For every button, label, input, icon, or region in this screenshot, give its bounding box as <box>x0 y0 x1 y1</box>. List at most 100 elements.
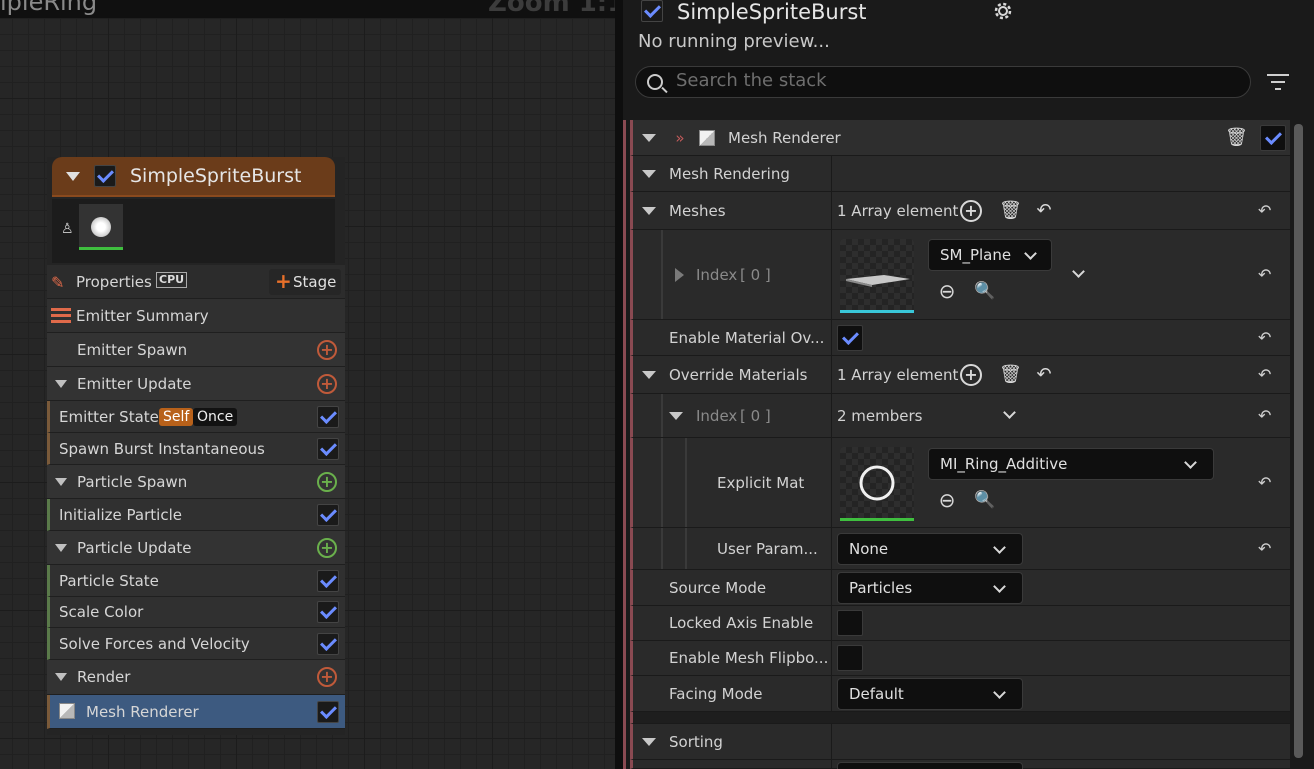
emitter-enable-checkbox[interactable] <box>94 165 116 187</box>
module-mesh-renderer[interactable]: Mesh Renderer <box>47 695 345 729</box>
facing-mode-dropdown[interactable]: Default <box>837 678 1023 710</box>
module-initialize-particle[interactable]: Initialize Particle <box>47 499 345 531</box>
material-asset-dropdown[interactable]: MI_Ring_Additive <box>928 448 1214 480</box>
collapse-triangle-icon[interactable] <box>642 370 656 379</box>
add-module-icon[interactable]: + <box>317 339 337 360</box>
use-selected-icon[interactable]: ⊖ <box>935 279 959 303</box>
override-index-row[interactable]: Index [ 0 ] 2 members ↶ <box>630 394 1290 438</box>
collapse-triangle-icon[interactable] <box>642 206 656 215</box>
module-emitter-state[interactable]: Emitter State Self Once <box>47 401 345 433</box>
sorting-category[interactable]: Sorting <box>630 724 1290 760</box>
locked-axis-row[interactable]: Locked Axis Enable <box>630 606 1290 641</box>
add-renderer-icon[interactable]: + <box>317 667 337 687</box>
mesh-asset-dropdown[interactable]: SM_Plane <box>928 239 1052 271</box>
browse-asset-icon[interactable]: 🔍 <box>973 488 997 512</box>
particle-spawn-row[interactable]: Particle Spawn + <box>47 465 345 499</box>
module-enable-checkbox[interactable] <box>317 569 339 592</box>
partial-dropdown[interactable] <box>837 762 1023 769</box>
collapse-triangle-icon[interactable] <box>66 172 80 181</box>
emitter-update-row[interactable]: Emitter Update + <box>47 367 345 401</box>
collapse-triangle-icon[interactable] <box>669 411 683 420</box>
material-thumbnail[interactable] <box>840 447 914 521</box>
renderer-enable-checkbox[interactable] <box>1260 125 1286 151</box>
source-mode-dropdown[interactable]: Particles <box>837 572 1023 604</box>
module-enable-checkbox[interactable] <box>317 437 339 460</box>
chevron-down-icon[interactable] <box>1003 406 1016 419</box>
emitter-node[interactable]: SimpleSpriteBurst ♙ ✎ Properties CPU + S… <box>47 157 345 735</box>
add-element-icon[interactable]: + <box>960 199 982 222</box>
search-input[interactable]: Search the stack <box>635 66 1251 98</box>
reset-to-default-icon[interactable]: ↶ <box>1258 540 1276 557</box>
reset-to-default-icon[interactable]: ↶ <box>1258 474 1276 491</box>
enable-material-override-row[interactable]: Enable Material Ov... ↶ <box>630 320 1290 356</box>
collapse-triangle-icon[interactable] <box>55 673 67 681</box>
module-scale-color[interactable]: Scale Color <box>47 597 345 628</box>
add-module-icon[interactable]: + <box>317 537 337 558</box>
panel-splitter[interactable] <box>615 0 623 769</box>
locked-axis-checkbox[interactable] <box>837 610 863 636</box>
reset-to-default-icon[interactable]: ↶ <box>1258 366 1276 383</box>
reset-to-default-icon[interactable]: ↶ <box>1258 329 1276 346</box>
render-row[interactable]: Render + <box>47 660 345 695</box>
add-element-icon[interactable]: + <box>960 363 982 386</box>
enable-material-override-checkbox[interactable] <box>837 325 863 351</box>
vertical-scrollbar[interactable] <box>1294 124 1303 758</box>
add-stage-button[interactable]: + Stage <box>269 269 341 295</box>
module-enable-checkbox[interactable] <box>317 601 339 623</box>
delete-icon[interactable]: 🗑 <box>999 364 1022 386</box>
module-solve-forces[interactable]: Solve Forces and Velocity <box>47 628 345 660</box>
user-param-dropdown[interactable]: None <box>837 533 1023 565</box>
renderer-enable-checkbox[interactable] <box>317 700 339 723</box>
reset-icon[interactable]: ↶ <box>1033 364 1055 386</box>
particle-update-row[interactable]: Particle Update + <box>47 531 345 565</box>
collapse-triangle-icon[interactable] <box>55 543 67 552</box>
module-enable-checkbox[interactable] <box>317 503 339 526</box>
facing-mode-row[interactable]: Facing Mode Default <box>630 676 1290 712</box>
enable-mesh-flipbook-row[interactable]: Enable Mesh Flipbo... <box>630 641 1290 676</box>
system-graph[interactable]: ipleRing Zoom 1:1 SimpleSpriteBurst ♙ ✎ … <box>0 0 625 769</box>
override-materials-row[interactable]: Override Materials 1 Array element + 🗑 ↶… <box>630 356 1290 394</box>
module-enable-checkbox[interactable] <box>317 632 339 655</box>
mesh-rendering-category[interactable]: Mesh Rendering <box>630 156 1290 192</box>
enable-flipbook-checkbox[interactable] <box>837 645 863 671</box>
reset-to-default-icon[interactable]: ↶ <box>1258 202 1276 219</box>
delete-icon[interactable]: 🗑 <box>1225 127 1248 149</box>
emitter-summary-row[interactable]: Emitter Summary <box>47 299 345 333</box>
mesh-renderer-header[interactable]: » Mesh Renderer 🗑 <box>630 120 1290 156</box>
reset-to-default-icon[interactable]: ↶ <box>1258 266 1276 283</box>
properties-row[interactable]: ✎ Properties CPU + Stage <box>47 265 345 299</box>
plane-mesh-icon <box>846 275 910 287</box>
collapse-triangle-icon[interactable] <box>55 477 67 486</box>
expand-triangle-icon[interactable] <box>675 267 684 282</box>
delete-icon[interactable]: 🗑 <box>999 200 1022 222</box>
user-param-row[interactable]: User Param... None ↶ <box>630 528 1290 570</box>
property-label: Facing Mode <box>669 684 763 703</box>
module-enable-checkbox[interactable] <box>317 405 339 428</box>
collapse-triangle-icon[interactable] <box>642 169 656 178</box>
collapse-triangle-icon[interactable] <box>55 379 67 388</box>
module-spawn-burst[interactable]: Spawn Burst Instantaneous <box>47 433 345 465</box>
reset-icon[interactable]: ↶ <box>1033 200 1055 222</box>
gear-icon[interactable] <box>991 0 1015 23</box>
property-label: Source Mode <box>669 578 767 597</box>
collapse-triangle-icon[interactable] <box>642 737 656 746</box>
source-mode-row[interactable]: Source Mode Particles <box>630 570 1290 606</box>
add-module-icon[interactable]: + <box>317 471 337 492</box>
explicit-mat-row[interactable]: Explicit Mat MI_Ring_Additive ⊖ 🔍 ↶ <box>630 438 1290 528</box>
meshes-row[interactable]: Meshes 1 Array element + 🗑 ↶ ↶ <box>630 192 1290 230</box>
mesh-thumbnail[interactable] <box>840 239 914 313</box>
filter-icon[interactable] <box>1267 73 1289 91</box>
emitter-node-header[interactable]: SimpleSpriteBurst <box>52 157 335 197</box>
mesh-index-row[interactable]: Index [ 0 ] SM_Plane ⊖ 🔍 ↶ <box>630 230 1290 320</box>
emitter-spawn-row[interactable]: Emitter Spawn + <box>47 333 345 367</box>
chevron-down-icon[interactable] <box>1072 265 1085 278</box>
add-module-icon[interactable]: + <box>317 373 337 394</box>
collapse-triangle-icon[interactable] <box>642 133 656 142</box>
module-particle-state[interactable]: Particle State <box>47 565 345 597</box>
emitter-thumbnail[interactable] <box>79 204 123 250</box>
system-enable-checkbox[interactable] <box>641 0 663 22</box>
browse-asset-icon[interactable]: 🔍 <box>973 279 997 303</box>
use-selected-icon[interactable]: ⊖ <box>935 488 959 512</box>
pin-icon[interactable]: ♙ <box>61 221 74 243</box>
reset-to-default-icon[interactable]: ↶ <box>1258 407 1276 424</box>
